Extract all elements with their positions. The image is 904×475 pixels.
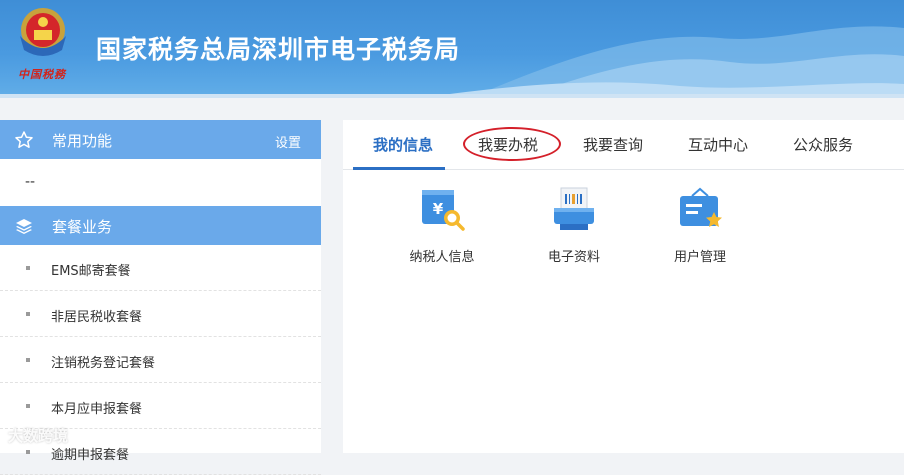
app-user-management[interactable]: 用户管理 [650, 186, 750, 265]
tab-public-service[interactable]: 公众服务 [793, 134, 853, 155]
tab-my-info[interactable]: 我的信息 [373, 134, 433, 155]
app-label: 用户管理 [673, 250, 726, 265]
tab-bar: 我的信息 我要办税 我要查询 互动中心 公众服务 [343, 120, 904, 170]
brand-signature: 中国税務 [18, 68, 66, 81]
app-label: 电子资料 [547, 250, 600, 265]
app-label: 纳税人信息 [409, 250, 475, 265]
favorites-empty: -- [25, 174, 36, 190]
settings-link[interactable]: 设置 [275, 132, 301, 151]
favorites-label: 常用功能 [52, 132, 113, 150]
package-item-label: EMS邮寄套餐 [51, 264, 131, 279]
bullet [26, 404, 30, 408]
package-item-label: 注销税务登记套餐 [51, 356, 156, 371]
favorites-header[interactable]: 常用功能 设置 [0, 120, 321, 159]
package-item-ems[interactable]: EMS邮寄套餐 [0, 245, 321, 291]
package-item-nonresident[interactable]: 非居民税收套餐 [0, 291, 321, 337]
bullet [26, 266, 30, 270]
bullet [26, 312, 30, 316]
package-item-label: 本月应申报套餐 [51, 402, 143, 417]
package-item-deregistration[interactable]: 注销税务登记套餐 [0, 337, 321, 383]
app-taxpayer-info[interactable]: ¥ 纳税人信息 [392, 186, 492, 265]
bullet [26, 450, 30, 454]
tax-bureau-emblem-icon [20, 8, 66, 56]
packages-header[interactable]: 套餐业务 [0, 206, 321, 245]
package-item-monthly-declaration[interactable]: 本月应申报套餐 [0, 383, 321, 429]
tab-interaction-center[interactable]: 互动中心 [688, 134, 748, 155]
packages-label: 套餐业务 [52, 218, 113, 236]
tab-query[interactable]: 我要查询 [583, 134, 643, 155]
site-header: 中国税務 国家税务总局深圳市电子税务局 [0, 0, 904, 98]
package-item-label: 逾期申报套餐 [51, 448, 130, 463]
star-icon [15, 131, 33, 148]
site-title: 国家税务总局深圳市电子税务局 [96, 35, 461, 64]
sidebar: 常用功能 设置 -- 套餐业务 EMS邮寄套餐 非居民税收套餐 注销税务登记套餐… [0, 120, 321, 475]
annotation-circle [463, 127, 561, 161]
package-item-label: 非居民税收套餐 [51, 310, 143, 325]
active-tab-indicator [353, 167, 445, 170]
taxpayer-info-icon: ¥ [422, 190, 465, 231]
bullet [26, 358, 30, 362]
watermark: 大数跨境 [8, 427, 69, 445]
user-management-icon [680, 187, 722, 227]
electronic-documents-icon [554, 187, 594, 230]
app-electronic-documents[interactable]: 电子资料 [524, 186, 624, 265]
main-panel: 我的信息 我要办税 我要查询 互动中心 公众服务 ¥ 纳税人信息 电子资料 用户… [343, 120, 904, 453]
svg-text:¥: ¥ [433, 200, 444, 218]
layers-icon [16, 219, 32, 234]
